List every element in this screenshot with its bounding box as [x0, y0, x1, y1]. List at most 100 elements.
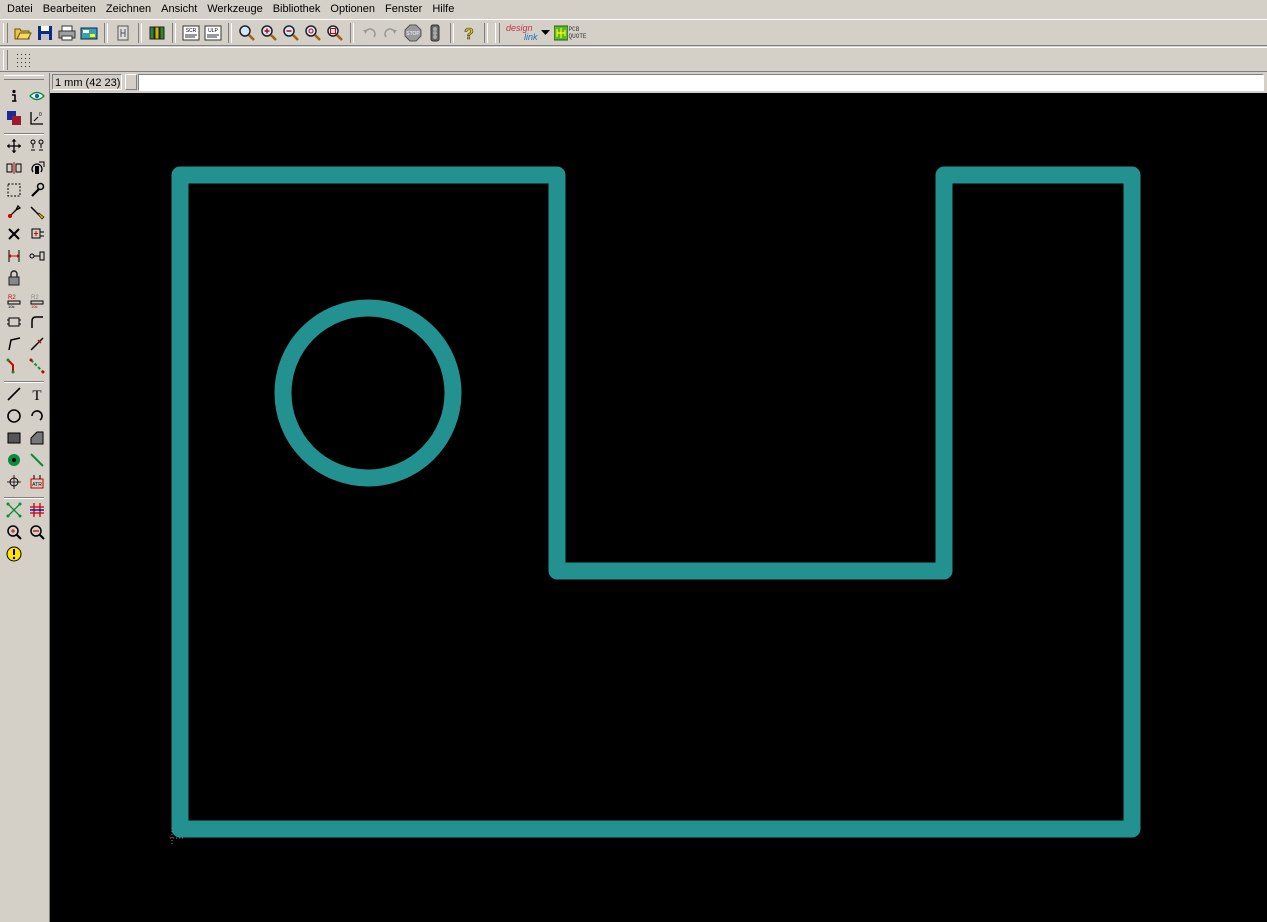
menu-bibliothek[interactable]: Bibliothek	[268, 0, 326, 18]
toolbar-separator	[484, 22, 488, 43]
add-icon[interactable]	[25, 223, 48, 245]
menu-datei[interactable]: Datei	[2, 0, 38, 18]
value-icon[interactable]: R2 10k	[25, 289, 48, 311]
board-editor-canvas[interactable]	[50, 93, 1267, 922]
copy-icon[interactable]	[25, 135, 48, 157]
zoom-select-icon[interactable]	[324, 22, 346, 44]
board-schematic-switch-icon[interactable]	[112, 22, 134, 44]
zoom-in-icon[interactable]	[258, 22, 280, 44]
undo-icon[interactable]	[358, 22, 380, 44]
toolbar-grip[interactable]	[4, 75, 44, 80]
svg-text:SCR: SCR	[186, 28, 197, 34]
svg-text:ULP: ULP	[208, 28, 218, 34]
svg-text:0: 0	[39, 112, 42, 118]
optimize-icon[interactable]	[25, 333, 48, 355]
zoom-out-icon[interactable]	[280, 22, 302, 44]
stop-icon[interactable]: STOP	[402, 22, 424, 44]
rotate-icon[interactable]	[25, 157, 48, 179]
toolbar-separator	[228, 22, 232, 43]
command-line-bar: 1 mm (42 23)	[50, 73, 1267, 93]
paste-icon[interactable]	[2, 201, 25, 223]
display-layers-icon[interactable]	[2, 107, 25, 129]
pcb-quote-label-2: QUOTE	[568, 32, 587, 40]
menu-ansicht[interactable]: Ansicht	[156, 0, 202, 18]
mark-icon[interactable]: 0	[25, 107, 48, 129]
arc-icon[interactable]	[25, 405, 48, 427]
toolbar-grip[interactable]	[495, 22, 500, 43]
show-eye-icon[interactable]	[25, 85, 48, 107]
text-icon[interactable]: T	[25, 383, 48, 405]
erc-drc-icon[interactable]	[2, 521, 25, 543]
pcb-quote-label-1: PCB	[568, 25, 580, 33]
menu-bearbeiten[interactable]: Bearbeiten	[38, 0, 101, 18]
main-toolbar: SCR ULP STOP ? design link PCB QUOTE	[0, 19, 1267, 46]
hole-icon[interactable]	[2, 471, 25, 493]
pinswap-icon[interactable]	[2, 245, 25, 267]
ratsnest-icon[interactable]	[2, 499, 25, 521]
move-icon[interactable]	[2, 135, 25, 157]
board-outline-wire[interactable]	[171, 166, 1141, 838]
wire-icon[interactable]	[2, 383, 25, 405]
autorouter-icon[interactable]	[25, 499, 48, 521]
zoom-fit-icon[interactable]	[236, 22, 258, 44]
lock-icon[interactable]	[2, 267, 25, 289]
help-icon[interactable]: ?	[458, 22, 480, 44]
pcb-quote-icon	[553, 25, 568, 40]
mirror-icon[interactable]	[2, 157, 25, 179]
toolbar-grip[interactable]	[3, 22, 8, 43]
via-icon[interactable]	[2, 449, 25, 471]
grid-icon[interactable]	[12, 49, 34, 71]
replace-icon[interactable]	[25, 245, 48, 267]
svg-text:T: T	[32, 388, 41, 402]
ripup-icon[interactable]	[25, 355, 48, 377]
change-icon[interactable]	[25, 179, 48, 201]
menu-hilfe[interactable]: Hilfe	[427, 0, 459, 18]
ulp-icon[interactable]: ULP	[202, 22, 224, 44]
menu-werkzeuge[interactable]: Werkzeuge	[202, 0, 267, 18]
save-icon[interactable]	[34, 22, 56, 44]
name-icon[interactable]: R2 10k	[2, 289, 25, 311]
menu-fenster[interactable]: Fenster	[380, 0, 427, 18]
zoom-redraw-icon[interactable]	[302, 22, 324, 44]
designlink-logo[interactable]: design link	[504, 22, 540, 44]
pcb-quote-button[interactable]: PCB QUOTE	[552, 22, 589, 44]
dropdown-arrow-icon[interactable]	[540, 22, 552, 44]
split-icon[interactable]	[2, 311, 25, 333]
smash-icon[interactable]	[25, 201, 48, 223]
menu-bar: Datei Bearbeiten Zeichnen Ansicht Werkze…	[0, 0, 1267, 18]
command-line-input[interactable]	[138, 74, 1264, 91]
info-icon[interactable]	[2, 85, 25, 107]
toolbar-separator	[172, 22, 176, 43]
go-icon[interactable]	[424, 22, 446, 44]
svg-text:R2: R2	[31, 295, 39, 301]
command-toolbar: 0 R2 10k R2 10k T ATR	[0, 73, 50, 922]
toolbar-grip[interactable]	[3, 49, 8, 70]
board-circle-wire[interactable]	[274, 299, 462, 487]
rectangle-icon[interactable]	[2, 427, 25, 449]
print-icon[interactable]	[56, 22, 78, 44]
open-icon[interactable]	[12, 22, 34, 44]
redo-icon[interactable]	[380, 22, 402, 44]
attribute-icon[interactable]: ATR	[25, 471, 48, 493]
board-drawing	[170, 166, 1141, 846]
parameter-toolbar	[0, 47, 1267, 72]
svg-text:10k: 10k	[8, 304, 14, 308]
route-icon[interactable]	[2, 355, 25, 377]
script-icon[interactable]: SCR	[180, 22, 202, 44]
library-icon[interactable]	[146, 22, 168, 44]
command-history-button[interactable]	[125, 74, 137, 90]
group-icon[interactable]	[2, 179, 25, 201]
menu-optionen[interactable]: Optionen	[325, 0, 380, 18]
delete-icon[interactable]	[2, 223, 25, 245]
signal-icon[interactable]	[25, 449, 48, 471]
polygon-icon[interactable]	[25, 427, 48, 449]
toolbar-separator	[450, 22, 454, 43]
split-wire-icon[interactable]	[2, 333, 25, 355]
circle-icon[interactable]	[2, 405, 25, 427]
errors-icon[interactable]	[25, 521, 48, 543]
miter-icon[interactable]	[25, 311, 48, 333]
menu-zeichnen[interactable]: Zeichnen	[101, 0, 156, 18]
warning-icon[interactable]	[2, 543, 25, 565]
cam-processor-icon[interactable]	[78, 22, 100, 44]
toolbar-separator	[104, 22, 108, 43]
